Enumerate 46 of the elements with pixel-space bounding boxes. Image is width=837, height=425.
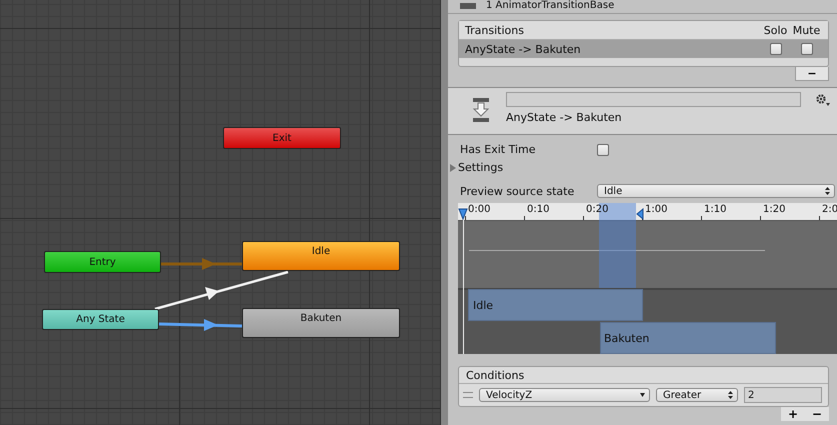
transition-name: AnyState -> Bakuten [465,42,582,56]
state-node[interactable]: Any State [42,309,159,330]
transition-end-handle[interactable] [636,208,644,220]
preview-dropdown[interactable]: Idle [597,184,835,198]
mute-checkbox[interactable] [800,43,812,55]
name-field[interactable] [506,92,801,107]
time-label: 0:20 [586,204,608,215]
transition-icon [472,97,492,123]
column-header: Solo [762,24,788,36]
inspector-title: 1 AnimatorTransitionBase [486,1,614,11]
caret-icon [640,393,645,397]
stepper-arrows-icon [825,187,830,195]
clip-bar[interactable]: Bakuten [600,322,776,354]
component-icon [460,3,476,9]
stepper-arrows-icon [728,391,733,399]
settings-foldout[interactable]: Settings [448,161,504,174]
playhead-handle[interactable] [458,208,468,220]
column-header: Mute [792,24,822,36]
state-node[interactable]: Entry [44,251,161,273]
drag-handle-icon[interactable] [463,392,473,398]
parameter-dropdown[interactable]: VelocityZ [479,388,650,402]
column-header: Transitions [465,24,525,36]
add-button[interactable]: + [781,407,805,421]
conditions-heading: Conditions [459,367,828,384]
transition-name: AnyState -> Bakuten [506,111,623,124]
state-node[interactable]: Exit [223,127,341,149]
has-exit-time-checkbox[interactable] [597,144,609,156]
settings-icon[interactable] [815,93,831,107]
time-label: 0:10 [527,204,550,215]
transition-arrow[interactable] [154,270,288,310]
mode-dropdown[interactable]: Greater [656,388,738,402]
value-field[interactable]: 2 [744,387,822,403]
time-label: 1:00 [645,204,668,215]
clip-bar[interactable]: Idle [468,289,643,321]
remove-button[interactable]: − [795,67,829,81]
time-label: 1:10 [704,204,726,215]
property-label: Has Exit Time [460,143,536,156]
state-node[interactable]: Bakuten [242,308,400,338]
remove-button[interactable]: − [805,407,829,421]
time-label: 1:20 [763,204,786,215]
state-node[interactable]: Idle [242,241,400,271]
solo-checkbox[interactable] [770,43,782,55]
time-label: 2:0 [822,204,837,215]
time-label: 0:00 [468,204,490,215]
property-label: Preview source state [460,184,576,198]
transition-row[interactable]: AnyState -> Bakuten [459,40,828,58]
